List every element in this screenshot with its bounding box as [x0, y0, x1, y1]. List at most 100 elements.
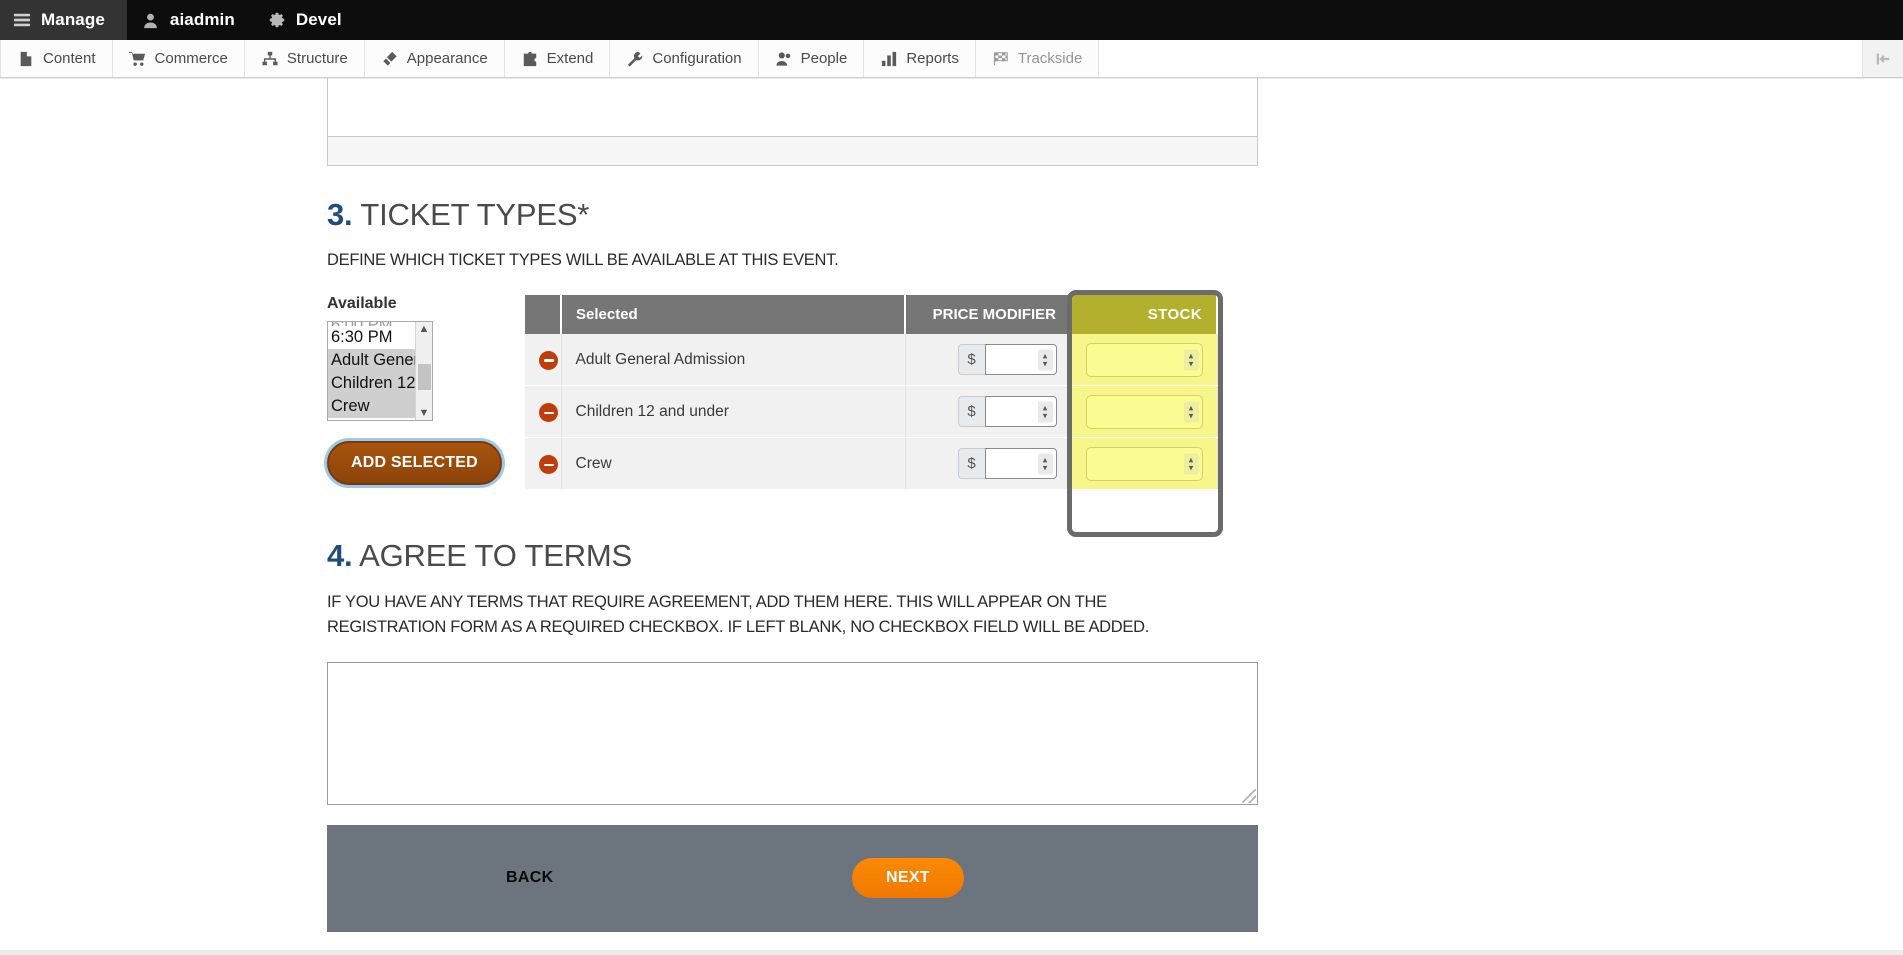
menu-item-label: People: [800, 50, 848, 67]
document-icon: [17, 50, 35, 68]
menu-item-people[interactable]: People: [758, 40, 865, 77]
menu-item-label: Commerce: [154, 50, 228, 67]
spinner-icon[interactable]: ▴ ▾: [1037, 349, 1053, 370]
menu-item-label: Reports: [906, 50, 959, 67]
stock-cell: ▴ ▾: [1071, 333, 1218, 387]
menu-item-commerce[interactable]: Commerce: [112, 40, 245, 77]
sitemap-icon: [261, 50, 279, 68]
section-3-description: DEFINE WHICH TICKET TYPES WILL BE AVAILA…: [327, 251, 839, 269]
currency-addon: $: [957, 448, 985, 480]
checkered-flag-icon: [992, 50, 1010, 68]
price-modifier-cell: $ ▴ ▾: [905, 437, 1072, 491]
spinner-icon[interactable]: ▴ ▾: [1037, 453, 1053, 475]
ticket-name-cell: Children 12 and under: [561, 385, 906, 439]
admin-menu-bar: Content Commerce Structure Appearance Ex…: [0, 40, 1903, 78]
hamburger-icon: [12, 10, 32, 30]
column-header-selected: Selected: [561, 294, 906, 334]
column-header-remove: [525, 294, 562, 334]
ticket-name-cell: Adult General Admission: [561, 333, 906, 387]
price-modifier-input[interactable]: ▴ ▾: [984, 448, 1057, 480]
table-row: Crew $ ▴ ▾ ▴ ▾: [525, 437, 1218, 491]
remove-cell: [525, 437, 562, 491]
toolbar-tab-label: Manage: [41, 10, 105, 29]
column-header-price-modifier: PRICE MODIFIER: [905, 294, 1072, 334]
ticket-types-table: Selected PRICE MODIFIER STOCK Adult Gene…: [525, 294, 1218, 491]
price-modifier-cell: $ ▴ ▾: [905, 385, 1072, 439]
form-action-bar: BACK NEXT: [327, 824, 1258, 932]
resize-grip-icon[interactable]: [1242, 788, 1256, 803]
user-icon: [141, 10, 161, 30]
price-modifier-input[interactable]: ▴ ▾: [984, 396, 1057, 428]
paintbrush-icon: [381, 50, 399, 68]
price-modifier-input[interactable]: ▴ ▾: [984, 344, 1057, 375]
stock-input[interactable]: ▴ ▾: [1085, 446, 1203, 481]
listbox-scrollbar[interactable]: ▲ ▼: [415, 321, 432, 420]
section-3-title: 3. TICKET TYPES*: [327, 197, 1258, 233]
bar-chart-icon: [880, 50, 898, 68]
menu-item-label: Content: [43, 50, 96, 67]
spinner-icon[interactable]: ▴ ▾: [1183, 453, 1199, 475]
menu-item-label: Trackside: [1017, 50, 1083, 67]
available-column: Available 6:00 PM 6:30 PM Adult General …: [327, 295, 525, 485]
remove-cell: [525, 333, 562, 387]
back-button[interactable]: BACK: [506, 869, 553, 887]
scrollbar-thumb[interactable]: [418, 363, 431, 390]
remove-row-icon[interactable]: [539, 455, 558, 475]
section-4-title: 4. AGREE TO TERMS: [327, 538, 1258, 574]
remove-row-icon[interactable]: [539, 351, 558, 371]
section-4-number: 4.: [327, 538, 353, 574]
shopping-cart-icon: [129, 50, 147, 68]
stock-input[interactable]: ▴ ▾: [1085, 394, 1203, 429]
toolbar-tab-devel[interactable]: Devel: [253, 0, 360, 40]
scroll-down-icon[interactable]: ▼: [419, 406, 430, 420]
people-icon: [775, 50, 793, 68]
terms-textarea[interactable]: [327, 661, 1258, 805]
ticket-name-cell: Crew: [561, 437, 906, 491]
toolbar-tab-account[interactable]: aiadmin: [127, 0, 253, 40]
stock-cell: ▴ ▾: [1071, 437, 1218, 491]
available-ticket-types-listbox[interactable]: 6:00 PM 6:30 PM Adult General Admission …: [327, 320, 433, 421]
spinner-icon[interactable]: ▴ ▾: [1183, 401, 1199, 423]
menu-item-extend[interactable]: Extend: [504, 40, 611, 77]
menu-item-structure[interactable]: Structure: [244, 40, 365, 77]
spinner-icon[interactable]: ▴ ▾: [1183, 349, 1199, 370]
menu-spacer: [1099, 40, 1863, 77]
previous-section-footer: [327, 136, 1258, 166]
stock-cell: ▴ ▾: [1071, 385, 1218, 439]
page-canvas: 3. TICKET TYPES* DEFINE WHICH TICKET TYP…: [0, 78, 1903, 950]
toolbar-tab-manage[interactable]: Manage: [0, 0, 127, 40]
available-label: Available: [327, 294, 397, 312]
gear-icon: [267, 10, 287, 30]
spinner-icon[interactable]: ▴ ▾: [1037, 401, 1053, 423]
remove-cell: [525, 385, 562, 439]
menu-item-reports[interactable]: Reports: [864, 40, 976, 77]
toolbar-tab-label: aiadmin: [169, 10, 235, 29]
scroll-up-icon[interactable]: ▲: [419, 322, 430, 336]
menu-item-content[interactable]: Content: [0, 40, 113, 77]
table-row: Adult General Admission $ ▴ ▾ ▴ ▾: [525, 333, 1218, 387]
menu-item-appearance[interactable]: Appearance: [364, 40, 505, 77]
table-header-row: Selected PRICE MODIFIER STOCK: [525, 294, 1218, 334]
form-content-column: 3. TICKET TYPES* DEFINE WHICH TICKET TYP…: [327, 78, 1258, 932]
menu-item-label: Structure: [286, 50, 348, 67]
previous-section-box: [327, 78, 1258, 136]
admin-toolbar: Manage aiadmin Devel: [0, 0, 1903, 40]
toolbar-tab-label: Devel: [295, 10, 342, 29]
puzzle-icon: [521, 50, 539, 68]
menu-item-trackside[interactable]: Trackside: [975, 40, 1100, 77]
column-header-stock: STOCK: [1071, 294, 1218, 334]
stock-input[interactable]: ▴ ▾: [1085, 342, 1203, 377]
collapse-sidebar-icon[interactable]: [1863, 40, 1903, 77]
section-4-description: IF YOU HAVE ANY TERMS THAT REQUIRE AGREE…: [327, 593, 1150, 636]
menu-item-label: Extend: [546, 50, 594, 67]
menu-item-label: Configuration: [652, 50, 742, 67]
table-row: Children 12 and under $ ▴ ▾ ▴ ▾: [525, 385, 1218, 439]
ticket-table-wrapper: Selected PRICE MODIFIER STOCK Adult Gene…: [525, 289, 1223, 537]
wrench-icon: [626, 50, 644, 68]
section-3-number: 3.: [327, 197, 353, 232]
next-button[interactable]: NEXT: [852, 858, 964, 899]
menu-item-configuration[interactable]: Configuration: [610, 40, 759, 77]
price-modifier-cell: $ ▴ ▾: [905, 333, 1072, 387]
remove-row-icon[interactable]: [539, 403, 558, 423]
add-selected-button[interactable]: ADD SELECTED: [327, 440, 502, 485]
